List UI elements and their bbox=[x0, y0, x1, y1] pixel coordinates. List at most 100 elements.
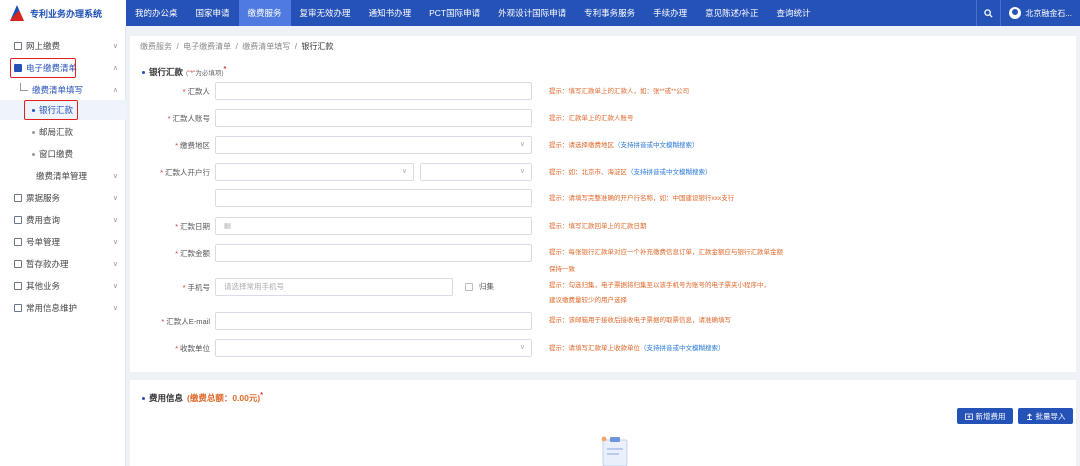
batch-import-button[interactable]: 批量导入 bbox=[1018, 408, 1073, 424]
sidebar-item-temporary-deposit[interactable]: 暂存款办理 ∨ bbox=[0, 254, 126, 274]
bullet-icon bbox=[142, 396, 145, 400]
sidebar-item-number-management[interactable]: 号单管理 ∨ bbox=[0, 232, 126, 252]
breadcrumb: 缴费服务 / 电子缴费清单 / 缴费清单填写 / 银行汇款 bbox=[140, 41, 333, 52]
highlight-box bbox=[10, 58, 76, 78]
chevron-down-icon: ∨ bbox=[112, 305, 118, 312]
phone-select[interactable]: 请选择常用手机号 bbox=[215, 278, 453, 296]
date-tip: 提示：填写汇款回单上的汇款日期 bbox=[549, 223, 647, 230]
search-icon[interactable] bbox=[976, 0, 1000, 26]
breadcrumb-separator: / bbox=[176, 42, 179, 51]
remitter-account-label: * 汇款人账号 bbox=[167, 114, 210, 123]
sidebar-item-label: 暂存款办理 bbox=[26, 259, 69, 269]
nav-item-query[interactable]: 查询统计 bbox=[768, 0, 820, 26]
breadcrumb-separator: / bbox=[294, 42, 297, 51]
checkbox-label: 归集 bbox=[479, 282, 494, 291]
checkbox-icon bbox=[465, 282, 473, 291]
app-title: 专利业务办理系统 bbox=[30, 8, 103, 19]
user-menu[interactable]: 北京融金石... bbox=[1000, 0, 1080, 26]
sidebar-item-label: 票据服务 bbox=[26, 193, 61, 203]
region-label: * 缴费地区 bbox=[175, 141, 210, 150]
chevron-down-icon: ∨ bbox=[112, 173, 118, 180]
amount-input[interactable] bbox=[215, 244, 532, 262]
chevron-down-icon: ∨ bbox=[519, 168, 525, 175]
app-logo[interactable]: 专利业务办理系统 bbox=[0, 0, 126, 26]
required-note: ("*"为必填项) bbox=[186, 67, 224, 77]
fee-info-panel: 费用信息 (缴费总额：0.00元) * 新增费用 批量导入 bbox=[130, 380, 1076, 466]
bank-detail-tip: 提示：请填写完整准确的开户行名称，如：中国建设银行xxx支行 bbox=[549, 195, 735, 202]
fee-total: (缴费总额：0.00元) bbox=[187, 393, 261, 403]
bullet-icon bbox=[142, 70, 145, 74]
date-label: * 汇款日期 bbox=[175, 222, 210, 231]
chevron-down-icon: ∨ bbox=[519, 344, 525, 351]
breadcrumb-item[interactable]: 缴费清单填写 bbox=[242, 42, 290, 51]
sidebar-item-label: 网上缴费 bbox=[26, 41, 61, 51]
chevron-up-icon: ∧ bbox=[112, 87, 118, 94]
nav-item-reexamination[interactable]: 复审无效办理 bbox=[291, 0, 360, 26]
tree-branch-icon bbox=[20, 83, 28, 91]
chevron-down-icon: ∨ bbox=[112, 217, 118, 224]
region-select[interactable]: ∨ bbox=[215, 136, 532, 154]
breadcrumb-item[interactable]: 电子缴费清单 bbox=[183, 42, 231, 51]
logo-icon bbox=[8, 4, 26, 22]
sidebar-item-fee-list-fill[interactable]: 缴费清单填写 ∧ bbox=[0, 80, 126, 100]
upload-icon bbox=[1026, 412, 1032, 420]
main-nav: 我的办公桌 国家申请 缴费服务 复审无效办理 通知书办理 PCT国际申请 外观设… bbox=[126, 0, 820, 26]
chevron-down-icon: ∨ bbox=[112, 43, 118, 50]
receipt-icon bbox=[14, 194, 22, 202]
folder-icon bbox=[964, 413, 973, 420]
highlight-box bbox=[24, 100, 78, 120]
add-fee-label: 新增费用 bbox=[975, 411, 1006, 421]
bullet-icon bbox=[32, 130, 35, 134]
chevron-down-icon: ∨ bbox=[519, 141, 525, 148]
payee-select[interactable]: ∨ bbox=[215, 339, 532, 357]
nav-item-my-desk[interactable]: 我的办公桌 bbox=[126, 0, 187, 26]
bank-city-select[interactable]: ∨ bbox=[420, 163, 532, 181]
payee-label: * 收款单位 bbox=[175, 344, 210, 353]
phone-tip: 提示：勾选归集，电子票据将归集至以该手机号为账号的电子票夹小程序中， 建议缴费量较… bbox=[549, 282, 770, 304]
sidebar-item-label: 缴费清单管理 bbox=[36, 171, 88, 181]
sidebar-item-post-remittance[interactable]: 邮局汇款 bbox=[0, 122, 126, 142]
sidebar-item-window-payment[interactable]: 窗口缴费 bbox=[0, 144, 126, 164]
collect-checkbox[interactable]: 归集 bbox=[465, 281, 494, 292]
settings-icon bbox=[14, 304, 22, 312]
nav-item-design-international[interactable]: 外观设计国际申请 bbox=[489, 0, 575, 26]
add-fee-button[interactable]: 新增费用 bbox=[957, 408, 1013, 424]
sidebar-item-label: 邮局汇款 bbox=[39, 127, 74, 137]
chevron-down-icon: ∨ bbox=[112, 195, 118, 202]
chevron-down-icon: ∨ bbox=[112, 261, 118, 268]
wallet-icon bbox=[14, 42, 22, 50]
remitter-account-input[interactable] bbox=[215, 109, 532, 127]
nav-item-patent-affairs[interactable]: 专利事务服务 bbox=[575, 0, 644, 26]
bank-detail-input[interactable] bbox=[215, 189, 532, 207]
nav-item-procedures[interactable]: 手续办理 bbox=[644, 0, 696, 26]
payee-tip: 提示：请填写汇款单上收款单位（支持拼音或中文模糊搜索） bbox=[549, 345, 725, 352]
remitter-input[interactable] bbox=[215, 82, 532, 100]
chevron-down-icon: ∨ bbox=[401, 168, 407, 175]
required-star: * bbox=[223, 65, 227, 73]
section-title-fee: 费用信息 (缴费总额：0.00元) * bbox=[142, 392, 263, 404]
sidebar-item-other-business[interactable]: 其他业务 ∨ bbox=[0, 276, 126, 296]
nav-item-opinion[interactable]: 意见陈述/补正 bbox=[696, 0, 767, 26]
section-title-text: 费用信息 bbox=[149, 393, 184, 403]
bank-tip: 提示：如：北京市、海淀区（支持拼音或中文模糊搜索） bbox=[549, 169, 712, 176]
bank-label: * 汇款人开户行 bbox=[160, 168, 210, 177]
chevron-up-icon: ∧ bbox=[112, 65, 118, 72]
sidebar-item-online-payment[interactable]: 网上缴费 ∨ bbox=[0, 36, 126, 56]
sidebar-item-fee-query[interactable]: 费用查询 ∨ bbox=[0, 210, 126, 230]
sidebar: 网上缴费 ∨ 电子缴费清单 ∧ 缴费清单填写 ∧ 银行汇款 邮局汇款 窗口缴费 … bbox=[0, 26, 126, 466]
nav-item-notices[interactable]: 通知书办理 bbox=[360, 0, 421, 26]
sidebar-item-label: 窗口缴费 bbox=[39, 149, 74, 159]
breadcrumb-item[interactable]: 缴费服务 bbox=[140, 42, 172, 51]
sidebar-item-fee-list-management[interactable]: 缴费清单管理 ∨ bbox=[0, 166, 126, 186]
nav-item-fee-service[interactable]: 缴费服务 bbox=[238, 0, 291, 26]
sidebar-item-label: 缴费清单填写 bbox=[32, 85, 84, 95]
sidebar-item-common-info[interactable]: 常用信息维护 ∨ bbox=[0, 298, 126, 318]
date-picker[interactable]: ▦ bbox=[215, 217, 532, 235]
email-label: * 汇款人E-mail bbox=[161, 317, 210, 326]
sidebar-item-receipt-service[interactable]: 票据服务 ∨ bbox=[0, 188, 126, 208]
nav-item-pct[interactable]: PCT国际申请 bbox=[420, 0, 489, 26]
email-input[interactable] bbox=[215, 312, 532, 330]
batch-import-label: 批量导入 bbox=[1035, 411, 1066, 421]
nav-item-national-application[interactable]: 国家申请 bbox=[187, 0, 239, 26]
bank-province-select[interactable]: ∨ bbox=[215, 163, 414, 181]
